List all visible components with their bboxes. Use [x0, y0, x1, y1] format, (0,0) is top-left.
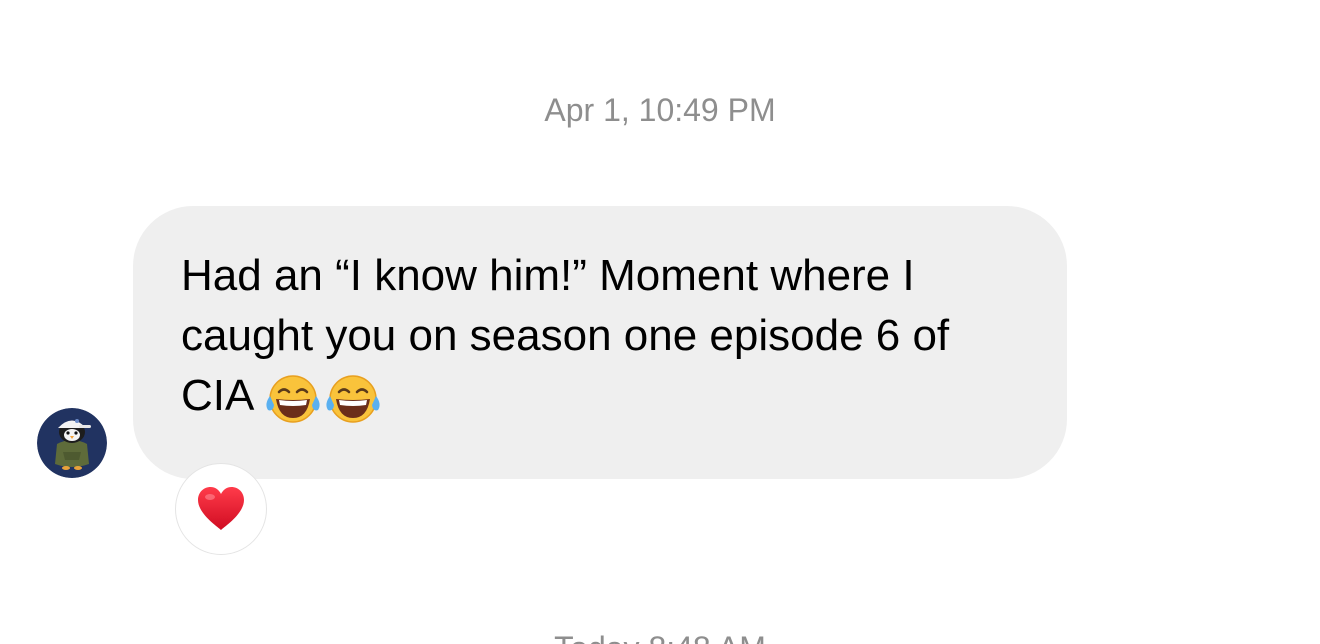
- red-heart-icon: [198, 487, 244, 530]
- face-with-tears-of-joy-icon: [326, 375, 380, 423]
- message-bubble[interactable]: Had an “I know him!” Moment where I caug…: [133, 206, 1067, 479]
- heart-reaction[interactable]: [175, 463, 267, 555]
- timestamp-separator: Today 8:48 AM: [0, 628, 1320, 644]
- emoji-group: [264, 374, 384, 440]
- message-content: Had an “I know him!” Moment where I caug…: [181, 246, 1027, 440]
- sender-avatar[interactable]: [37, 408, 107, 478]
- face-with-tears-of-joy-icon: [266, 375, 320, 423]
- penguin-avatar-icon: [37, 408, 107, 478]
- dm-conversation: Apr 1, 10:49 PM Had an “I know him!” Mom…: [0, 0, 1320, 644]
- timestamp-separator: Apr 1, 10:49 PM: [544, 92, 776, 128]
